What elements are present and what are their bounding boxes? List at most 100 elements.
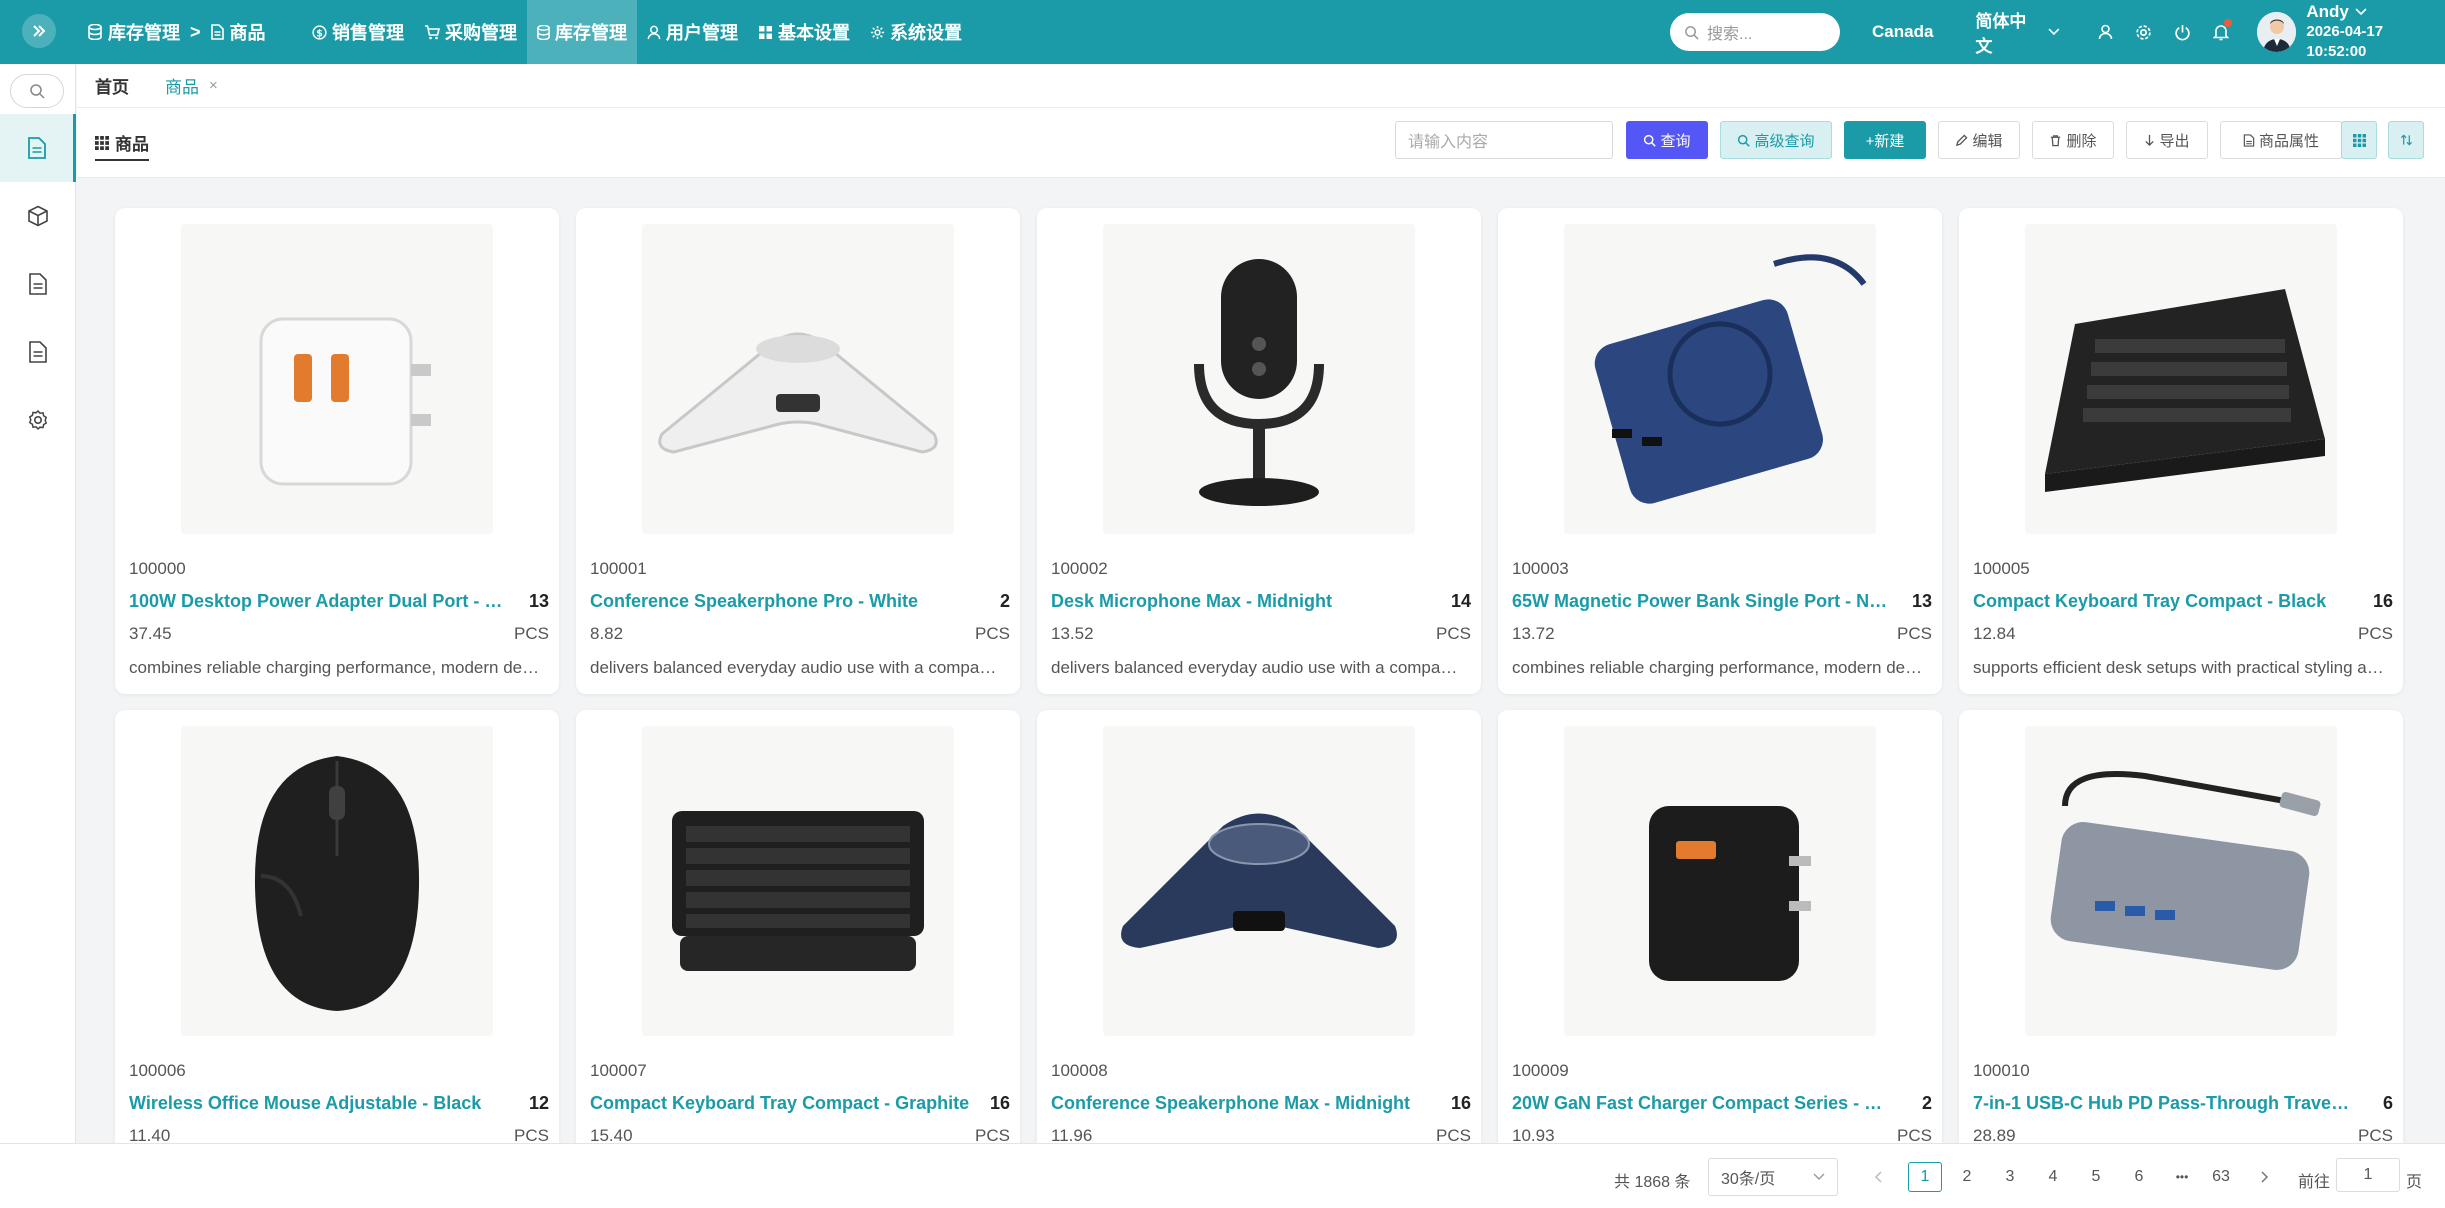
product-name-link[interactable]: 100W Desktop Power Adapter Dual Port - W… — [129, 591, 509, 612]
breadcrumb-module[interactable]: 库存管理 — [88, 19, 180, 45]
profile-button[interactable] — [2098, 24, 2113, 40]
tab-products[interactable]: 商品 × — [165, 73, 218, 98]
product-card[interactable]: 100002 Desk Microphone Max - Midnight 14 13… — [1037, 208, 1481, 694]
sort-button[interactable] — [2388, 121, 2424, 159]
user-info[interactable]: Andy 2026-04-17 10:52:00 — [2306, 2, 2445, 62]
menu-item-sales[interactable]: $ 销售管理 — [302, 0, 414, 64]
menu-item-users[interactable]: 用户管理 — [637, 0, 748, 64]
product-card[interactable]: 100009 20W GaN Fast Charger Compact Serie… — [1498, 710, 1942, 1143]
avatar[interactable] — [2257, 12, 2297, 52]
pagination: 共 1868 条 30条/页 1 2 3 4 5 6 ••• 63 前往 1 页 — [0, 1143, 2445, 1208]
goto-page-input[interactable]: 1 — [2336, 1158, 2400, 1192]
advanced-query-button[interactable]: 高级查询 — [1720, 121, 1832, 159]
product-card[interactable]: 100003 65W Magnetic Power Bank Single Por… — [1498, 208, 1942, 694]
product-quantity: 12 — [528, 1093, 549, 1113]
product-name-link[interactable]: 20W GaN Fast Charger Compact Series - Bl… — [1512, 1093, 1892, 1114]
product-description: supports efficient desk setups with prac… — [1973, 658, 2385, 677]
sidebar — [0, 64, 76, 1208]
product-unit: PCS — [514, 624, 549, 643]
product-card[interactable]: 100005 Compact Keyboard Tray Compact - Bl… — [1959, 208, 2403, 694]
delete-button[interactable]: 删除 — [2032, 121, 2114, 159]
product-card[interactable]: 100001 Conference Speakerphone Pro - Whit… — [576, 208, 1020, 694]
product-card[interactable]: 100007 Compact Keyboard Tray Compact - Gr… — [576, 710, 1020, 1143]
page-button-1[interactable]: 1 — [1908, 1162, 1942, 1192]
page-button-2[interactable]: 2 — [1950, 1162, 1984, 1192]
product-price: 8.82 — [590, 624, 624, 643]
power-button[interactable] — [2174, 24, 2191, 41]
grid-view-button[interactable] — [2341, 121, 2377, 159]
menu-item-system-settings[interactable]: 系统设置 — [860, 0, 972, 64]
sidebar-item-settings[interactable] — [0, 386, 76, 454]
product-image[interactable] — [1564, 726, 1876, 1036]
query-button[interactable]: 查询 — [1626, 121, 1708, 159]
product-card[interactable]: 100000 100W Desktop Power Adapter Dual Po… — [115, 208, 559, 694]
powerbank-icon — [1594, 254, 1867, 504]
page-button-4[interactable]: 4 — [2036, 1162, 2070, 1192]
more-pages-button[interactable]: ••• — [2165, 1162, 2199, 1192]
goto-label: 前往 — [2298, 1174, 2331, 1191]
product-description: combines reliable charging performance, … — [1512, 658, 1924, 677]
tab-home[interactable]: 首页 — [95, 73, 129, 98]
page-size-select[interactable]: 30条/页 — [1708, 1158, 1838, 1196]
next-page-button[interactable] — [2248, 1162, 2282, 1192]
region-selector[interactable]: Canada — [1872, 22, 1933, 42]
product-attributes-button[interactable]: 商品属性 — [2220, 121, 2342, 159]
dollar-icon: $ — [312, 24, 327, 40]
sidebar-item-documents[interactable] — [0, 250, 76, 318]
product-name-link[interactable]: Conference Speakerphone Max - Midnight — [1051, 1093, 1431, 1114]
language-selector[interactable]: 简体中文 — [1975, 7, 2060, 57]
page-button-last[interactable]: 63 — [2204, 1162, 2238, 1192]
product-image[interactable] — [181, 224, 493, 534]
page-button-6[interactable]: 6 — [2122, 1162, 2156, 1192]
product-name-link[interactable]: Compact Keyboard Tray Compact - Graphite — [590, 1093, 970, 1114]
product-name-link[interactable]: 65W Magnetic Power Bank Single Port - Na… — [1512, 591, 1892, 612]
product-code: 100005 — [1973, 559, 2030, 578]
menu-item-basic-settings[interactable]: 基本设置 — [748, 0, 860, 64]
double-chevron-right-icon — [33, 25, 46, 37]
sidebar-item-inventory[interactable] — [0, 182, 76, 250]
database-icon — [537, 24, 550, 40]
product-image[interactable] — [1103, 224, 1415, 534]
settings-button[interactable] — [2135, 24, 2152, 41]
product-card[interactable]: 100010 7-in-1 USB-C Hub PD Pass-Through T… — [1959, 710, 2403, 1143]
product-image[interactable] — [1103, 726, 1415, 1036]
breadcrumb-module-label: 库存管理 — [108, 23, 180, 43]
product-name-link[interactable]: Desk Microphone Max - Midnight — [1051, 591, 1431, 612]
menu-item-inventory[interactable]: 库存管理 — [527, 0, 637, 64]
export-button[interactable]: 导出 — [2126, 121, 2208, 159]
arrow-down-icon — [2145, 134, 2155, 146]
global-search-input[interactable]: 搜索... — [1670, 13, 1840, 51]
query-button-label: 查询 — [1660, 132, 1691, 150]
sidebar-search-button[interactable] — [10, 74, 64, 108]
prev-page-button[interactable] — [1861, 1162, 1895, 1192]
page-button-3[interactable]: 3 — [1993, 1162, 2027, 1192]
menu-item-purchase[interactable]: 采购管理 — [414, 0, 527, 64]
keyword-input[interactable]: 请输入内容 — [1395, 121, 1613, 159]
product-image[interactable] — [1564, 224, 1876, 534]
expand-menu-button[interactable] — [22, 14, 56, 48]
user-name: Andy — [2306, 2, 2349, 21]
edit-button[interactable]: 编辑 — [1938, 121, 2020, 159]
product-image[interactable] — [642, 224, 954, 534]
sidebar-item-products[interactable] — [0, 114, 76, 182]
product-name-link[interactable]: Compact Keyboard Tray Compact - Black — [1973, 591, 2353, 612]
product-name-link[interactable]: Conference Speakerphone Pro - White — [590, 591, 970, 612]
product-price: 11.96 — [1051, 1126, 1093, 1143]
menu-item-users-label: 用户管理 — [666, 23, 738, 43]
tab-close-icon[interactable]: × — [209, 77, 218, 94]
product-card[interactable]: 100008 Conference Speakerphone Max - Midn… — [1037, 710, 1481, 1143]
notifications-button[interactable] — [2213, 19, 2233, 41]
page-button-5[interactable]: 5 — [2079, 1162, 2113, 1192]
new-button[interactable]: +新建 — [1844, 121, 1926, 159]
product-image[interactable] — [2025, 726, 2337, 1036]
advanced-query-label: 高级查询 — [1754, 132, 1815, 150]
product-image[interactable] — [181, 726, 493, 1036]
product-image[interactable] — [2025, 224, 2337, 534]
menu-item-system-settings-label: 系统设置 — [890, 23, 962, 43]
product-card[interactable]: 100006 Wireless Office Mouse Adjustable -… — [115, 710, 559, 1143]
product-name-link[interactable]: Wireless Office Mouse Adjustable - Black — [129, 1093, 509, 1114]
sidebar-item-reports[interactable] — [0, 318, 76, 386]
product-name-link[interactable]: 7-in-1 USB-C Hub PD Pass-Through Travel … — [1973, 1093, 2353, 1114]
product-image[interactable] — [642, 726, 954, 1036]
cart-icon — [425, 24, 440, 39]
